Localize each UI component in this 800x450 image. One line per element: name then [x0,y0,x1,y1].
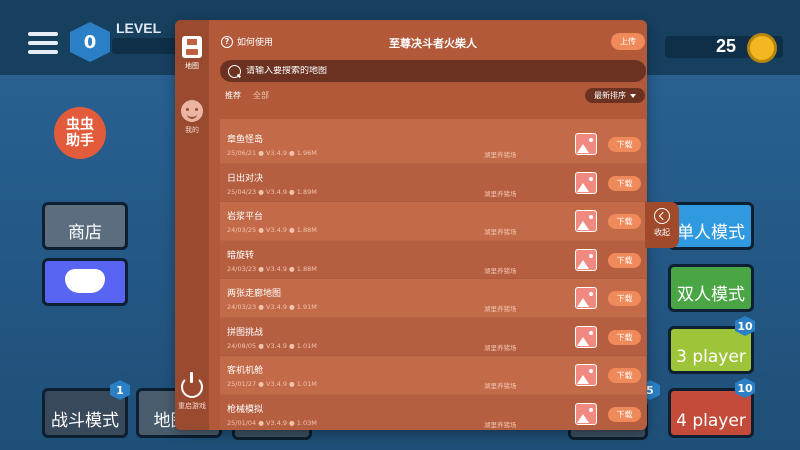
map-meta: 25/04/23 ● V3.4.9 ● 1.89M [227,187,317,196]
list-item[interactable]: 岩浆平台 24/03/25 ● V3.4.9 ● 1.88M 湖里养猪场 下载 [220,202,646,241]
discord-icon [65,269,105,293]
sidebar-item-label: 重启游戏 [178,402,206,410]
tab-all[interactable]: 全部 [253,90,269,101]
map-name: 拼图挑战 [227,327,264,338]
save-icon [182,36,202,58]
page-title: 至尊决斗者火柴人 [389,37,477,50]
map-author: 湖里养猪场 [484,151,517,159]
image-icon[interactable] [575,287,597,309]
search-bar[interactable] [220,60,646,82]
map-author: 湖里养猪场 [484,343,517,352]
download-button[interactable]: 下载 [608,406,641,422]
shop-button[interactable]: 商店 [42,202,128,250]
map-meta: 25/01/27 ● V3.4.9 ● 1.01M [227,380,317,388]
level-progress-bar [112,38,182,54]
sidebar-item-map[interactable]: 地图 [175,36,209,71]
map-author: 湖里养猪场 [484,228,517,236]
level-label: LEVEL [116,20,162,36]
map-author: 湖里养猪场 [484,420,517,429]
map-meta: 24/08/05 ● V3.4.9 ● 1.01M [227,341,317,350]
map-author: 湖里养猪场 [484,266,517,275]
download-button[interactable]: 下载 [608,175,641,191]
download-button[interactable]: 下载 [608,291,641,306]
collapse-label: 收起 [654,228,670,237]
filter-tabs: 推荐 全部 [225,90,281,101]
download-button[interactable]: 下载 [608,329,641,345]
list-item[interactable]: 章鱼怪岛 25/06/21 ● V3.4.9 ● 1.96M 湖里养猪场 下载 [220,125,646,164]
map-list: 章鱼怪岛 25/06/21 ● V3.4.9 ● 1.96M 湖里养猪场 下载 … [220,125,646,430]
map-name: 两张走廊地图 [227,289,282,299]
map-author: 湖里养猪场 [484,382,517,390]
map-author: 湖里养猪场 [484,305,517,313]
tab-recommended[interactable]: 推荐 [225,90,241,101]
sidebar-item-restart[interactable]: 重启游戏 [175,372,209,411]
map-name: 枪械模拟 [227,404,264,415]
discord-button[interactable] [42,258,128,306]
map-name: 客机机舱 [227,366,264,376]
modal-sidebar: 地图 我的 重启游戏 [175,20,209,430]
map-name: 章鱼怪岛 [227,135,264,145]
chevron-left-icon [654,208,670,224]
image-icon[interactable] [575,402,597,425]
map-browser-modal: 地图 我的 重启游戏 ? 如何使用 至尊决斗者火柴人 上传 推荐 全部 最新排序 [175,20,647,430]
map-meta: 24/03/25 ● V3.4.9 ● 1.88M [227,226,317,234]
list-item[interactable]: 拼图挑战 24/08/05 ● V3.4.9 ● 1.01M 湖里养猪场 下载 [220,317,646,356]
search-input[interactable] [246,66,606,76]
map-meta: 24/03/23 ● V3.4.9 ● 1.88M [227,264,317,273]
chevron-down-icon [630,93,636,98]
sidebar-item-mine[interactable]: 我的 [175,100,209,135]
map-name: 岩浆平台 [227,212,264,222]
chongchong-logo[interactable]: 虫虫 助手 [54,107,106,159]
download-button[interactable]: 下载 [608,252,641,268]
image-icon[interactable] [575,325,597,348]
two-player-button[interactable]: 双人模式 [668,264,754,312]
download-button[interactable]: 下载 [608,137,641,152]
power-icon [181,372,203,398]
map-name: 暗旋转 [227,250,255,261]
modal-main: ? 如何使用 至尊决斗者火柴人 上传 推荐 全部 最新排序 章鱼怪岛 25/06… [219,20,647,430]
image-icon[interactable] [575,248,597,271]
image-icon[interactable] [575,364,597,386]
map-meta: 25/01/04 ● V3.4.9 ● 1.03M [227,418,317,427]
upload-button[interactable]: 上传 [611,33,645,50]
sidebar-item-label: 我的 [185,126,199,134]
coin-icon [747,33,777,63]
image-icon[interactable] [575,133,597,155]
map-meta: 24/03/23 ● V3.4.9 ● 1.91M [227,303,317,311]
single-player-button[interactable]: 单人模式 [668,202,754,250]
list-item[interactable]: 客机机舱 25/01/27 ● V3.4.9 ● 1.01M 湖里养猪场 下载 [220,356,646,395]
list-item[interactable]: 枪械模拟 25/01/04 ● V3.4.9 ● 1.03M 湖里养猪场 下载 [220,394,646,430]
map-meta: 25/06/21 ● V3.4.9 ● 1.96M [227,149,317,157]
hamburger-menu-icon[interactable] [28,32,58,56]
map-name: 日出对决 [227,173,264,184]
list-item[interactable]: 日出对决 25/04/23 ● V3.4.9 ● 1.89M 湖里养猪场 下载 [220,163,646,202]
list-item[interactable]: 暗旋转 24/03/23 ● V3.4.9 ● 1.88M 湖里养猪场 下载 [220,240,646,279]
sort-label: 最新排序 [594,91,626,100]
download-button[interactable]: 下载 [608,214,641,229]
face-icon [181,100,203,122]
sidebar-item-label: 地图 [185,62,199,70]
image-icon[interactable] [575,210,597,232]
collapse-button[interactable]: 收起 [645,202,679,248]
search-icon [228,64,241,78]
sort-dropdown[interactable]: 最新排序 [585,88,645,103]
map-author: 湖里养猪场 [484,189,517,198]
list-item[interactable]: 两张走廊地图 24/03/23 ● V3.4.9 ● 1.91M 湖里养猪场 下… [220,279,646,318]
coin-count: 25 [716,36,737,56]
image-icon[interactable] [575,171,597,194]
download-button[interactable]: 下载 [608,368,641,383]
